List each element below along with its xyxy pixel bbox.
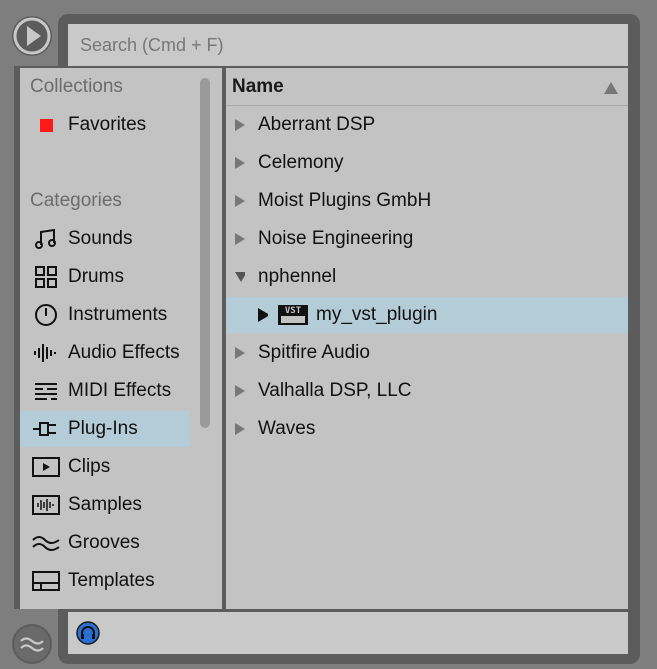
clip-play-icon [32,455,60,479]
sidebar-item-label: Grooves [68,532,140,553]
list-item-nphennel[interactable]: nphennel [226,259,628,295]
list-item-celemony[interactable]: Celemony [226,145,628,181]
sidebar-item-label: Sounds [68,228,133,249]
expand-arrow-icon[interactable] [235,385,245,397]
list-item-label: my_vst_plugin [316,304,438,325]
sidebar-item-label: Favorites [68,114,147,135]
groove-wave-icon [14,626,50,662]
expand-arrow-icon[interactable] [235,423,245,435]
sidebar-item-plug-ins[interactable]: Plug-Ins [20,411,190,447]
drum-grid-icon [32,265,60,289]
list-item-aberrant-dsp[interactable]: Aberrant DSP [226,107,628,143]
midi-effects-icon [32,379,60,403]
sidebar-item-clips[interactable]: Clips [20,449,190,485]
groove-pool-button[interactable] [12,624,52,664]
list-item-label: Aberrant DSP [258,114,376,135]
sidebar-item-label: Instruments [68,304,168,325]
sidebar-item-templates[interactable]: Templates [20,563,190,599]
instrument-knob-icon [32,303,60,327]
sidebar-item-label: Clips [68,456,111,477]
sort-ascending-icon[interactable] [604,81,618,99]
sidebar: Collections Favorites Categories Sounds … [20,68,222,609]
sidebar-item-midi-effects[interactable]: MIDI Effects [20,373,190,409]
sidebar-item-grooves[interactable]: Grooves [20,525,190,561]
hot-swap-button[interactable] [76,621,100,645]
expand-arrow-icon[interactable] [235,347,245,359]
collapse-arrow-icon[interactable] [235,272,245,282]
expand-arrow-icon[interactable] [235,233,245,245]
expand-arrow-icon[interactable] [235,119,245,131]
list-item-spitfire-audio[interactable]: Spitfire Audio [226,335,628,371]
vst-plugin-icon: VST [278,305,308,325]
list-item-label: Moist Plugins GmbH [258,190,432,211]
search-input[interactable] [80,34,616,56]
sidebar-item-samples[interactable]: Samples [20,487,190,523]
list-item-label: Noise Engineering [258,228,414,249]
collections-header: Collections [30,76,123,97]
sidebar-item-drums[interactable]: Drums [20,259,190,295]
sidebar-scrollbar[interactable] [200,78,210,428]
waveform-icon [32,341,60,365]
expand-arrow-icon[interactable] [235,157,245,169]
list-item-noise-engineering[interactable]: Noise Engineering [226,221,628,257]
template-icon [32,569,60,593]
sidebar-item-label: Drums [68,266,124,287]
list-item-label: Celemony [258,152,344,173]
categories-header: Categories [30,190,122,211]
expand-arrow-icon[interactable] [235,195,245,207]
preview-play-button[interactable] [12,16,52,56]
sidebar-item-favorites[interactable]: Favorites [20,107,190,143]
sidebar-item-sounds[interactable]: Sounds [20,221,190,257]
music-note-icon [32,227,60,251]
sample-wave-icon [32,493,60,517]
list-item-label: Waves [258,418,316,439]
list-item-waves[interactable]: Waves [226,411,628,447]
browser-list: Name Aberrant DSP Celemony Moist Plugins… [226,68,628,609]
list-item-label: Spitfire Audio [258,342,370,363]
sidebar-item-label: Templates [68,570,155,591]
sidebar-item-label: MIDI Effects [68,380,172,401]
sidebar-item-label: Audio Effects [68,342,180,363]
groove-wave-icon [32,531,60,555]
list-item-label: Valhalla DSP, LLC [258,380,412,401]
plug-icon [32,417,60,441]
sidebar-item-instruments[interactable]: Instruments [20,297,190,333]
expand-arrow-icon[interactable] [258,308,268,322]
list-item-label: nphennel [258,266,337,287]
info-bar [68,612,628,654]
column-header-label: Name [232,75,284,97]
sidebar-item-label: Samples [68,494,142,515]
list-item-valhalla-dsp[interactable]: Valhalla DSP, LLC [226,373,628,409]
red-square-icon [32,113,60,137]
column-header-name[interactable]: Name [226,68,628,106]
play-icon [13,17,51,55]
sidebar-item-label: Plug-Ins [68,418,138,439]
list-item-moist-plugins[interactable]: Moist Plugins GmbH [226,183,628,219]
sidebar-item-audio-effects[interactable]: Audio Effects [20,335,190,371]
list-item-my-vst-plugin[interactable]: VST my_vst_plugin [226,297,628,333]
search-field[interactable] [68,24,628,66]
headphones-icon [76,621,100,645]
